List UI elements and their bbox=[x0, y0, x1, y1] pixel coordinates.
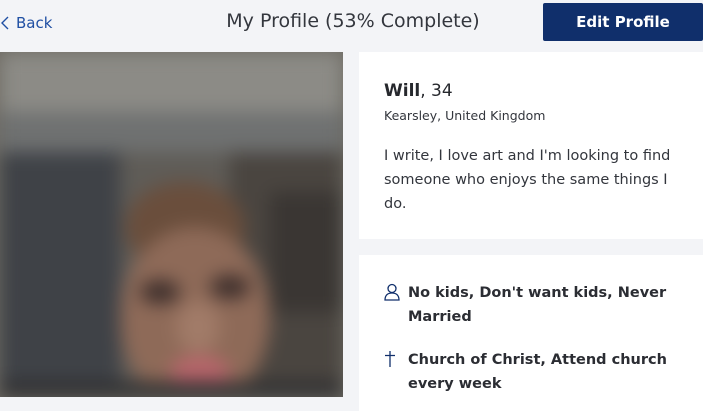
back-link[interactable]: Back bbox=[0, 13, 52, 33]
blurred-profile-image bbox=[0, 52, 343, 397]
person-icon bbox=[384, 281, 408, 329]
about-card: Will, 34 Kearsley, United Kingdom I writ… bbox=[359, 52, 703, 239]
profile-age: , 34 bbox=[420, 81, 453, 101]
profile-bio: I write, I love art and I'm looking to f… bbox=[384, 148, 671, 212]
edit-profile-button[interactable]: Edit Profile bbox=[543, 3, 703, 41]
profile-photo[interactable] bbox=[0, 52, 343, 397]
cross-icon bbox=[384, 348, 408, 396]
details-card: No kids, Don't want kids, Never Married … bbox=[359, 255, 703, 411]
name-age: Will, 34 bbox=[384, 81, 453, 101]
page-title: My Profile (53% Complete) bbox=[226, 10, 480, 32]
profile-name: Will bbox=[384, 81, 421, 101]
top-bar: Back My Profile (53% Complete) Edit Prof… bbox=[0, 0, 703, 46]
detail-family: No kids, Don't want kids, Never Married bbox=[384, 281, 684, 329]
detail-religion-text: Church of Christ, Attend church every we… bbox=[408, 352, 667, 392]
detail-religion: Church of Christ, Attend church every we… bbox=[384, 348, 684, 396]
back-label: Back bbox=[16, 14, 53, 32]
chevron-left-icon bbox=[1, 16, 9, 30]
profile-location: Kearsley, United Kingdom bbox=[384, 108, 546, 123]
detail-family-text: No kids, Don't want kids, Never Married bbox=[408, 285, 667, 325]
